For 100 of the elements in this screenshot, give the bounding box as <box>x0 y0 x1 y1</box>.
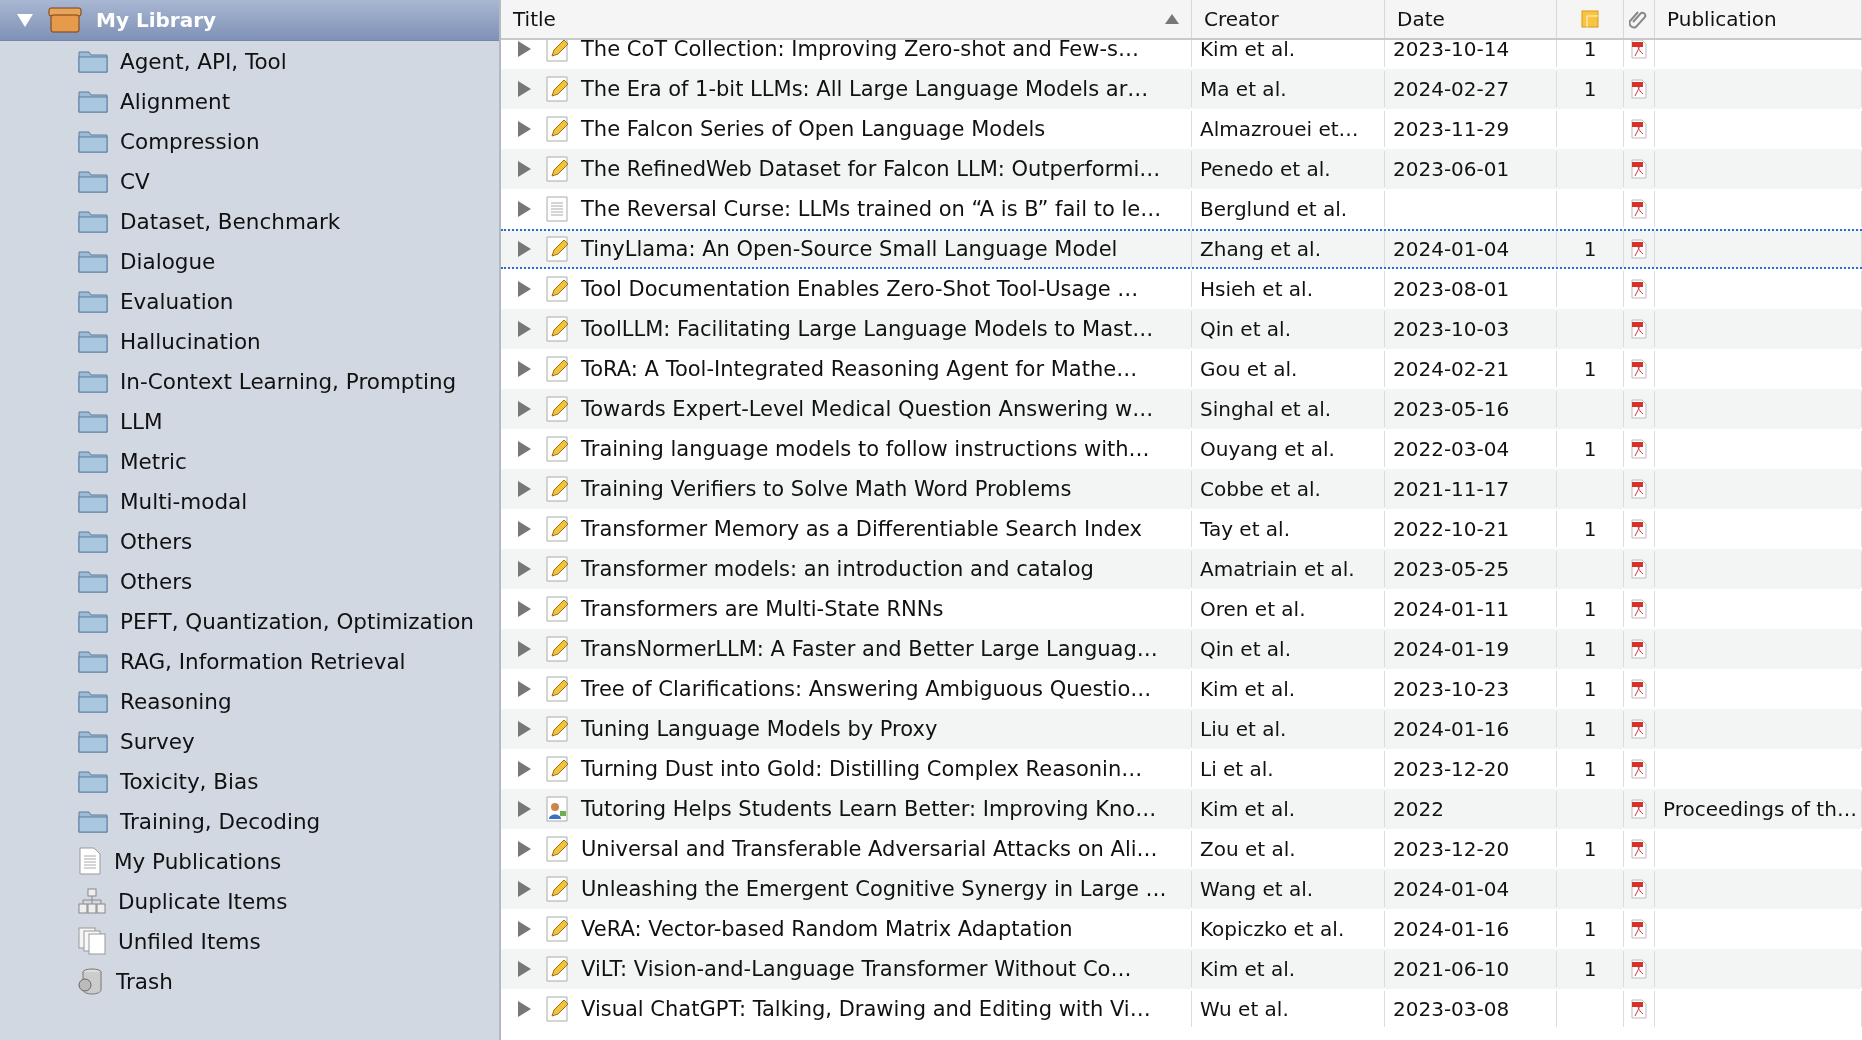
pdf-icon[interactable] <box>1631 959 1647 979</box>
collection-item[interactable]: PEFT, Quantization, Optimization <box>0 601 499 641</box>
column-header[interactable]: Creator <box>1192 0 1385 38</box>
pdf-icon[interactable] <box>1631 639 1647 659</box>
pdf-icon[interactable] <box>1631 839 1647 859</box>
pdf-icon[interactable] <box>1631 559 1647 579</box>
disclosure-triangle-icon[interactable] <box>515 720 533 738</box>
folder-icon <box>78 809 108 833</box>
disclosure-triangle-icon[interactable] <box>515 40 533 58</box>
disclosure-triangle-icon[interactable] <box>515 920 533 938</box>
collection-item[interactable]: Toxicity, Bias <box>0 761 499 801</box>
date-text: 2024-01-11 <box>1393 597 1510 621</box>
collection-item[interactable]: Others <box>0 521 499 561</box>
folder-icon <box>78 489 108 513</box>
pdf-icon[interactable] <box>1631 919 1647 939</box>
date-text: 2024-01-04 <box>1393 237 1510 261</box>
disclosure-triangle-icon[interactable] <box>515 200 533 218</box>
collection-item[interactable]: LLM <box>0 401 499 441</box>
disclosure-triangle-icon[interactable] <box>515 640 533 658</box>
column-header[interactable]: Publication <box>1655 0 1862 38</box>
disclosure-triangle-icon[interactable] <box>515 160 533 178</box>
item-title: Tuning Language Models by Proxy <box>581 717 938 741</box>
disclosure-triangle-icon[interactable] <box>515 880 533 898</box>
collection-item[interactable]: Trash <box>0 961 499 1001</box>
pdf-icon[interactable] <box>1631 359 1647 379</box>
disclosure-triangle-icon[interactable] <box>515 600 533 618</box>
column-header[interactable]: Date <box>1385 0 1557 38</box>
disclosure-triangle-icon[interactable] <box>515 440 533 458</box>
disclosure-triangle-icon[interactable] <box>515 280 533 298</box>
pdf-icon[interactable] <box>1631 519 1647 539</box>
folder-icon <box>78 49 108 73</box>
folder-icon <box>78 129 108 153</box>
pdf-icon[interactable] <box>1631 159 1647 179</box>
item-title: Training Verifiers to Solve Math Word Problems <box>581 477 1072 501</box>
pdf-icon[interactable] <box>1631 759 1647 779</box>
disclosure-triangle-icon[interactable] <box>515 680 533 698</box>
pencil-page-icon <box>545 595 569 623</box>
disclosure-triangle-icon[interactable] <box>515 240 533 258</box>
pdf-icon[interactable] <box>1631 879 1647 899</box>
collection-item[interactable]: CV <box>0 161 499 201</box>
pdf-icon[interactable] <box>1631 119 1647 139</box>
collection-item[interactable]: Survey <box>0 721 499 761</box>
disclosure-triangle-icon[interactable] <box>515 800 533 818</box>
collection-item[interactable]: Multi-modal <box>0 481 499 521</box>
disclosure-triangle-icon[interactable] <box>515 520 533 538</box>
notes-count: 1 <box>1583 637 1597 661</box>
collection-item[interactable]: Reasoning <box>0 681 499 721</box>
creator-text: Qin et al. <box>1200 317 1291 341</box>
pdf-icon[interactable] <box>1631 719 1647 739</box>
collection-item[interactable]: Training, Decoding <box>0 801 499 841</box>
collection-item[interactable]: My Publications <box>0 841 499 881</box>
notes-count: 1 <box>1583 77 1597 101</box>
item-title: Towards Expert-Level Medical Question Answering w… <box>581 397 1154 421</box>
column-header[interactable]: Title <box>501 0 1192 38</box>
collection-item[interactable]: Compression <box>0 121 499 161</box>
pdf-icon[interactable] <box>1631 679 1647 699</box>
disclosure-triangle-icon[interactable] <box>515 1000 533 1018</box>
collection-item[interactable]: Agent, API, Tool <box>0 41 499 81</box>
disclosure-triangle-icon[interactable] <box>515 960 533 978</box>
collection-item[interactable]: Alignment <box>0 81 499 121</box>
item-row[interactable]: TinyLlama: An Open-Source Small Language Model Zhang et al. 2024-01-04 1 <box>501 229 1862 269</box>
disclosure-triangle-icon[interactable] <box>515 480 533 498</box>
collection-item[interactable]: Dialogue <box>0 241 499 281</box>
notes-count: 1 <box>1583 677 1597 701</box>
folder-icon <box>78 609 108 633</box>
collection-item[interactable]: Metric <box>0 441 499 481</box>
disclosure-triangle-icon[interactable] <box>515 760 533 778</box>
pdf-icon[interactable] <box>1631 79 1647 99</box>
pdf-icon[interactable] <box>1631 399 1647 419</box>
collection-item[interactable]: In-Context Learning, Prompting <box>0 361 499 401</box>
creator-text: Kim et al. <box>1200 40 1296 61</box>
disclosure-triangle-icon[interactable] <box>16 11 34 29</box>
pdf-icon[interactable] <box>1631 599 1647 619</box>
disclosure-triangle-icon[interactable] <box>515 400 533 418</box>
pdf-icon[interactable] <box>1631 279 1647 299</box>
disclosure-triangle-icon[interactable] <box>515 840 533 858</box>
item-title: Tutoring Helps Students Learn Better: Improving Kno… <box>581 797 1157 821</box>
collection-item[interactable]: Evaluation <box>0 281 499 321</box>
creator-text: Gou et al. <box>1200 357 1298 381</box>
pdf-icon[interactable] <box>1631 239 1647 259</box>
disclosure-triangle-icon[interactable] <box>515 360 533 378</box>
pdf-icon[interactable] <box>1631 40 1647 59</box>
collection-item[interactable]: Duplicate Items <box>0 881 499 921</box>
collection-item[interactable]: Others <box>0 561 499 601</box>
date-text: 2022 <box>1393 797 1444 821</box>
collection-item[interactable]: Dataset, Benchmark <box>0 201 499 241</box>
disclosure-triangle-icon[interactable] <box>515 560 533 578</box>
disclosure-triangle-icon[interactable] <box>515 320 533 338</box>
collection-item[interactable]: Hallucination <box>0 321 499 361</box>
collection-item[interactable]: RAG, Information Retrieval <box>0 641 499 681</box>
disclosure-triangle-icon[interactable] <box>515 120 533 138</box>
pdf-icon[interactable] <box>1631 439 1647 459</box>
pdf-icon[interactable] <box>1631 319 1647 339</box>
pdf-icon[interactable] <box>1631 799 1647 819</box>
disclosure-triangle-icon[interactable] <box>515 80 533 98</box>
item-title: Transformer models: an introduction and catalog <box>581 557 1094 581</box>
pdf-icon[interactable] <box>1631 199 1647 219</box>
pdf-icon[interactable] <box>1631 479 1647 499</box>
collection-item[interactable]: Unfiled Items <box>0 921 499 961</box>
pdf-icon[interactable] <box>1631 999 1647 1019</box>
